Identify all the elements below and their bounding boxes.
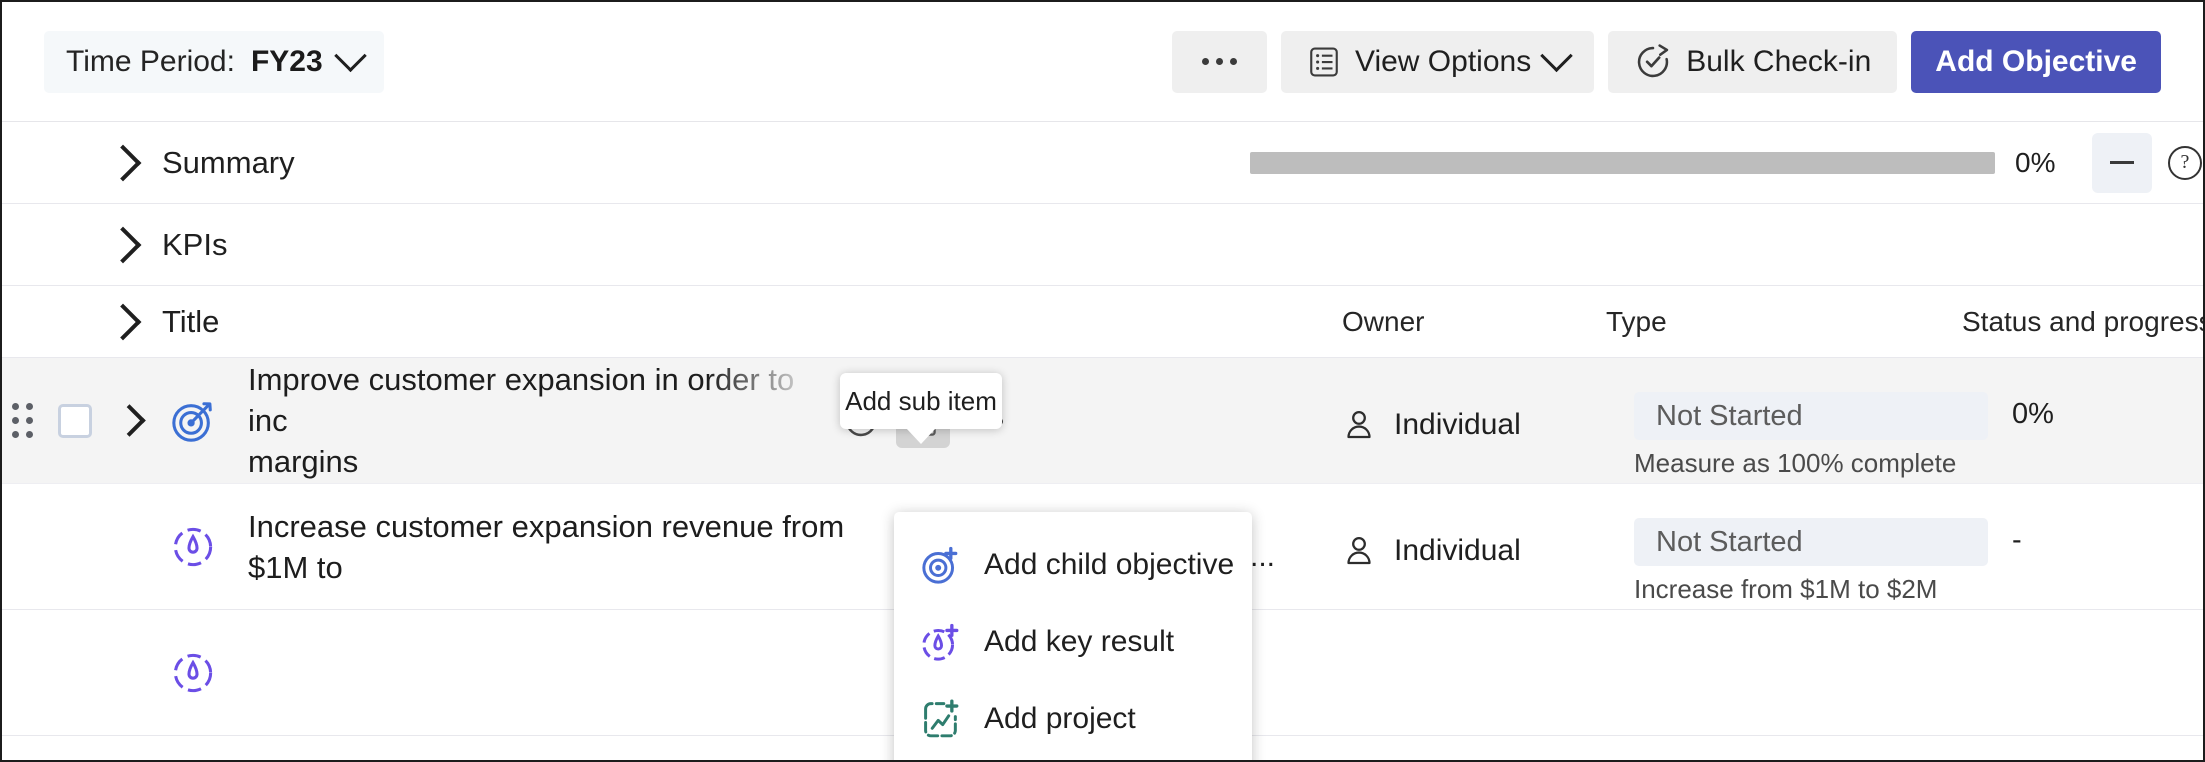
time-period-label: Time Period: <box>66 44 235 78</box>
row-title-line2: margins <box>248 444 359 479</box>
minus-icon <box>2110 161 2134 164</box>
drag-handle-icon[interactable] <box>12 403 38 438</box>
column-header-status: Status and progress <box>1962 305 2205 337</box>
view-options-button[interactable]: View Options <box>1280 30 1595 93</box>
key-result-gauge-icon <box>173 527 213 566</box>
row-progress-pct: - <box>2012 524 2022 556</box>
row-status-subtext: Increase from $1M to $2M <box>1634 574 1938 604</box>
bulk-checkin-label: Bulk Check-in <box>1686 44 1872 78</box>
menu-item-add-key-result[interactable]: Add key result <box>894 603 1252 680</box>
summary-row[interactable]: Summary 0% ? <box>2 122 2203 204</box>
add-objective-icon <box>922 546 958 584</box>
kpis-label: KPIs <box>162 226 228 262</box>
kpis-row[interactable]: KPIs <box>2 204 2203 286</box>
column-header-owner: Owner <box>1342 305 1425 337</box>
objective-target-icon <box>172 401 212 442</box>
row-checkbox[interactable] <box>58 403 92 438</box>
view-options-label: View Options <box>1354 44 1532 78</box>
person-icon <box>1347 410 1371 439</box>
more-options-button[interactable] <box>1171 30 1267 93</box>
column-header-title: Title <box>162 303 220 339</box>
row-title-line1: Improve customer expansion in order to i… <box>248 362 795 438</box>
row-title-line1: Increase customer expansion revenue from… <box>248 508 845 585</box>
chevron-right-icon[interactable] <box>104 303 142 340</box>
chevron-right-icon[interactable] <box>104 144 142 181</box>
summary-label: Summary <box>162 144 295 180</box>
menu-item-add-child-objective[interactable]: Add child objective <box>894 526 1252 603</box>
row-title[interactable]: Increase customer expansion revenue from… <box>248 506 908 588</box>
row-title-truncation: ... <box>1250 540 1276 573</box>
table-header-row: Title Owner Type Status and progress <box>2 286 2203 358</box>
row-progress-pct: 0% <box>2012 398 2054 430</box>
menu-item-add-project[interactable]: Add project <box>894 680 1252 757</box>
chevron-down-icon <box>1540 39 1573 73</box>
row-owner-type: Individual <box>1342 534 1521 568</box>
check-in-circle-arrow-icon <box>1638 43 1669 77</box>
add-objective-button[interactable]: Add Objective <box>1911 30 2161 93</box>
person-icon <box>1347 536 1371 565</box>
chevron-down-icon <box>333 39 367 73</box>
row-title[interactable]: Improve customer expansion in order to i… <box>248 359 838 482</box>
toolbar-actions: View Options Bulk Check-in Add Objective <box>1171 30 2161 93</box>
ellipsis-icon <box>1201 58 1237 65</box>
list-view-icon <box>1310 46 1338 77</box>
chevron-right-icon[interactable] <box>113 404 146 437</box>
bulk-checkin-button[interactable]: Bulk Check-in <box>1608 30 1898 93</box>
help-icon[interactable]: ? <box>2168 145 2202 180</box>
add-key-result-icon <box>922 623 959 661</box>
menu-item-label: Add project <box>984 701 1136 735</box>
key-result-gauge-icon <box>173 653 213 692</box>
row-status-subtext: Measure as 100% complete <box>1634 448 1957 478</box>
status-badge[interactable]: Not Started <box>1634 518 1988 566</box>
toolbar: Time Period: FY23 View Options Bulk Chec… <box>2 2 2203 122</box>
column-header-type: Type <box>1606 305 1667 337</box>
row-owner-type: Individual <box>1342 408 1521 442</box>
add-sub-item-tooltip: Add sub item <box>840 373 1002 444</box>
summary-progress-pct: 0% <box>2015 146 2056 178</box>
time-period-dropdown[interactable]: Time Period: FY23 <box>44 30 384 93</box>
chevron-right-icon[interactable] <box>104 226 142 263</box>
summary-progress-bar <box>1250 151 1995 174</box>
time-period-value: FY23 <box>250 44 323 78</box>
row-owner-type-label: Individual <box>1394 534 1521 567</box>
status-badge[interactable]: Not Started <box>1634 392 1988 440</box>
okr-table-page: Time Period: FY23 View Options Bulk Chec… <box>0 0 2205 762</box>
table-row[interactable]: Improve customer expansion in order to i… <box>2 358 2203 484</box>
row-owner-type-label: Individual <box>1394 408 1521 441</box>
menu-item-label: Add key result <box>984 624 1175 658</box>
add-sub-item-menu: Add child objective Add key result Add p… <box>894 512 1252 760</box>
menu-item-label: Add child objective <box>984 547 1235 581</box>
add-project-icon <box>924 698 959 737</box>
summary-collapse-button[interactable] <box>2092 132 2152 193</box>
